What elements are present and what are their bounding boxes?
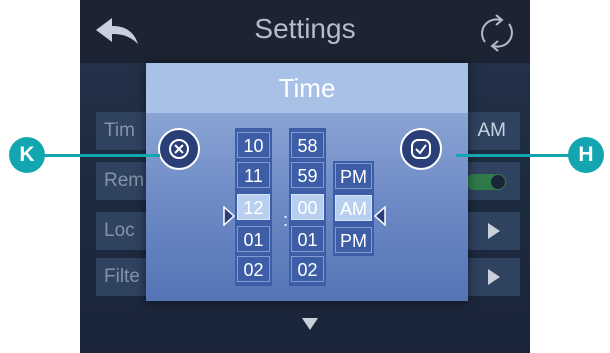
callout-badge-k: K [9,137,45,173]
chevron-right-icon [488,269,500,285]
chevron-right-icon [488,223,500,239]
minute-option[interactable]: 59 [291,162,324,188]
callout-line-right [456,154,571,157]
ampm-column[interactable]: PM AM PM [333,161,374,256]
time-separator: : [283,210,289,230]
row-label: Loc [104,220,135,241]
minute-option[interactable]: 02 [291,256,324,282]
minute-column[interactable]: 58 59 00 01 02 [289,128,326,286]
header-bar: Settings [80,0,530,63]
hour-option-selected[interactable]: 12 [237,194,270,220]
hour-option[interactable]: 02 [237,256,270,282]
confirm-check-icon [411,139,431,159]
page-title: Settings [254,13,356,44]
row-value: AM [477,120,507,141]
toggle-knob [491,175,505,189]
row-label: Tim [104,120,135,141]
toggle-switch[interactable] [466,174,506,190]
confirm-button[interactable] [400,128,442,170]
row-label: Rem [104,170,145,191]
dialog-header: Time [146,63,468,113]
row-label: Filte [104,266,140,287]
hour-column[interactable]: 10 11 12 01 02 [235,128,272,286]
callout-line-left [44,154,160,157]
scroll-down-icon[interactable] [302,318,318,330]
cancel-button[interactable] [158,128,200,170]
ampm-option[interactable]: PM [335,227,372,253]
time-picker-dialog: Time 10 11 12 01 02 : 58 59 00 01 02 PM … [146,63,468,301]
minute-option[interactable]: 58 [291,132,324,158]
callout-badge-h: H [568,137,604,173]
selection-pointer-right-icon [374,206,386,226]
cancel-circle-x-icon [169,139,189,159]
device-screen: Settings Tim AM Rem Loc Filte Time 10 11… [80,0,530,353]
minute-option-selected[interactable]: 00 [291,194,324,220]
ampm-option[interactable]: PM [335,163,372,189]
selection-pointer-left-icon [223,206,235,226]
hour-option[interactable]: 10 [237,132,270,158]
hour-option[interactable]: 01 [237,226,270,252]
dialog-title: Time [278,73,336,103]
hour-option[interactable]: 11 [237,162,270,188]
minute-option[interactable]: 01 [291,226,324,252]
refresh-icon[interactable] [476,14,518,52]
ampm-option-selected[interactable]: AM [335,195,372,221]
